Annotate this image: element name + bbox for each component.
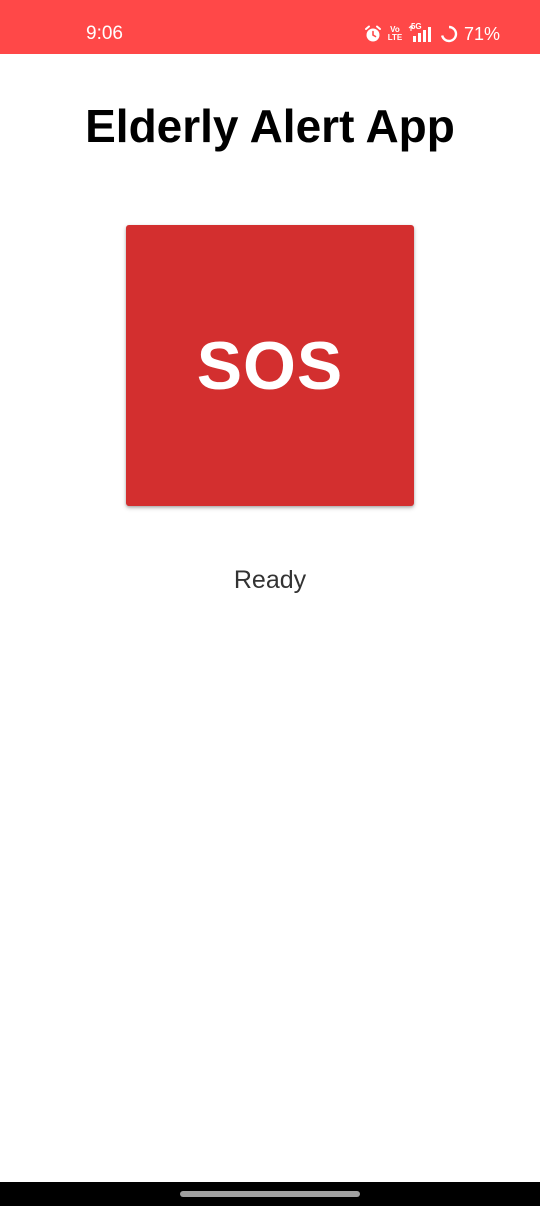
page-title: Elderly Alert App [85, 100, 455, 152]
home-gesture-handle[interactable] [180, 1191, 360, 1197]
status-icons: Vo LTE 5G 71% [364, 22, 500, 46]
network-type: 5G [410, 22, 422, 31]
navigation-bar [0, 1182, 540, 1206]
alarm-icon [364, 25, 382, 43]
sos-button-label: SOS [196, 327, 344, 404]
volte-bottom-text: LTE [387, 33, 403, 42]
status-time: 9:06 [86, 23, 123, 44]
status-bar: 9:06 Vo LTE 5G 71% [0, 0, 540, 54]
signal-icon: 5G [408, 22, 434, 43]
battery-ring-icon [440, 25, 458, 43]
battery-percent: 71% [463, 24, 500, 44]
sos-button[interactable]: SOS [126, 225, 414, 506]
volte-icon: Vo LTE [387, 26, 403, 42]
screen: 9:06 Vo LTE 5G 71% Elderly Alert App SOS… [0, 0, 540, 1206]
status-text: Ready [233, 566, 307, 594]
